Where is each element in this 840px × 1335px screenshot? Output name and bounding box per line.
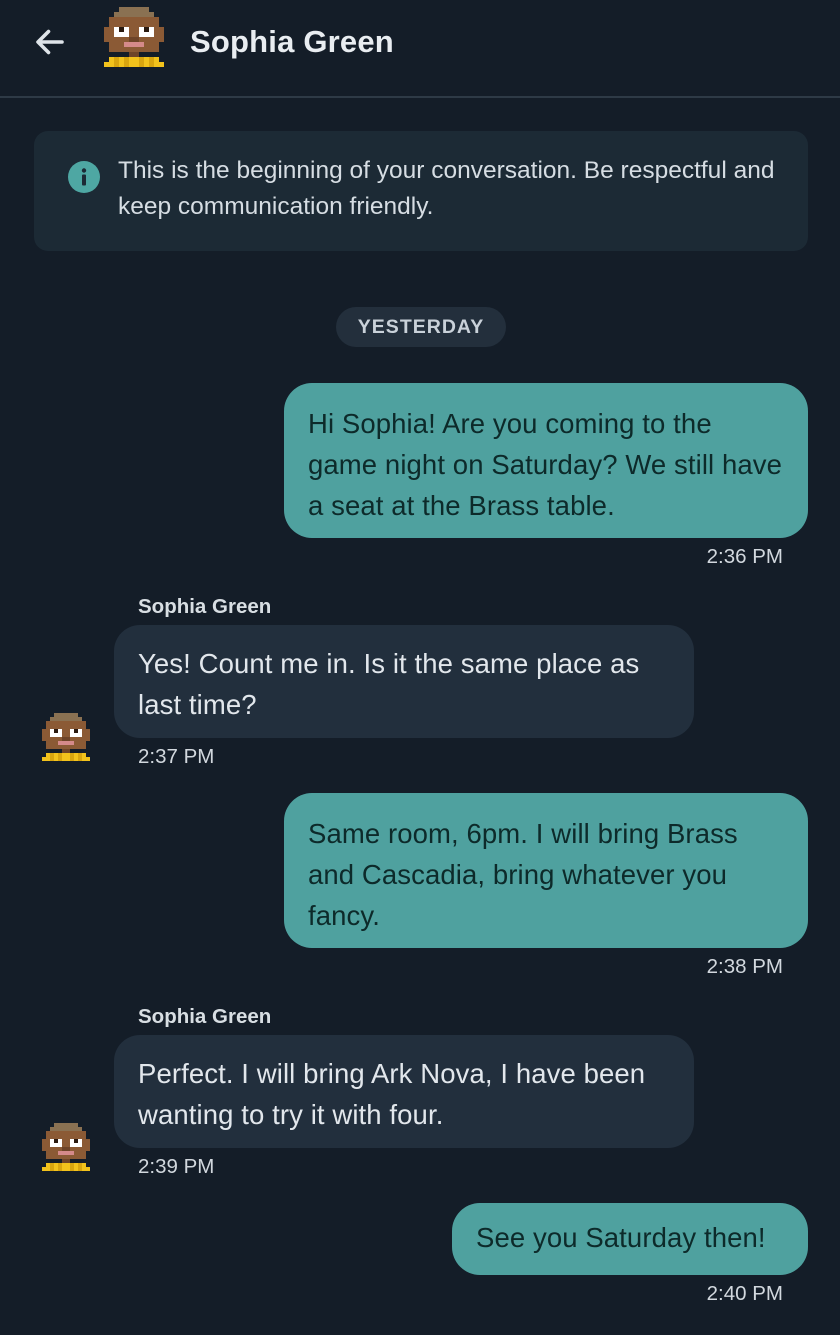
outgoing-message-bubble[interactable]: Same room, 6pm. I will bring Brass and C… xyxy=(284,793,808,948)
outgoing-message-bubble[interactable]: Hi Sophia! Are you coming to the game ni… xyxy=(284,383,808,538)
message-text: See you Saturday then! xyxy=(476,1222,766,1253)
chat-screen: Sophia Green This is the beginning of yo… xyxy=(0,0,840,1335)
incoming-message-bubble[interactable]: Yes! Count me in. Is it the same place a… xyxy=(114,625,694,738)
message-timestamp: 2:40 PM xyxy=(706,1282,783,1305)
sender-name: Sophia Green xyxy=(138,1005,272,1028)
banner-text: This is the beginning of your conversati… xyxy=(118,157,775,220)
message-text: Hi Sophia! Are you coming to the game ni… xyxy=(308,408,783,521)
pixel-avatar-icon[interactable] xyxy=(42,710,90,772)
date-separator: YESTERDAY xyxy=(336,307,506,347)
chat-header: Sophia Green xyxy=(0,0,840,98)
pixel-avatar-icon[interactable] xyxy=(104,6,164,78)
sender-name: Sophia Green xyxy=(138,595,272,618)
outgoing-message-bubble[interactable]: See you Saturday then! xyxy=(452,1203,808,1275)
incoming-message-bubble[interactable]: Perfect. I will bring Ark Nova, I have b… xyxy=(114,1035,694,1148)
back-button[interactable] xyxy=(28,20,72,64)
info-icon xyxy=(68,161,100,193)
message-text: Same room, 6pm. I will bring Brass and C… xyxy=(308,818,738,931)
message-timestamp: 2:38 PM xyxy=(706,955,783,978)
conversation-start-banner: This is the beginning of your conversati… xyxy=(34,131,808,251)
message-timestamp: 2:36 PM xyxy=(706,545,783,568)
arrow-left-icon xyxy=(36,29,64,55)
message-text: Yes! Count me in. Is it the same place a… xyxy=(138,648,640,720)
message-timestamp: 2:37 PM xyxy=(138,745,215,768)
contact-name-title[interactable]: Sophia Green xyxy=(190,24,394,60)
message-timestamp: 2:39 PM xyxy=(138,1155,215,1178)
message-text: Perfect. I will bring Ark Nova, I have b… xyxy=(138,1058,646,1130)
pixel-avatar-icon[interactable] xyxy=(42,1120,90,1182)
